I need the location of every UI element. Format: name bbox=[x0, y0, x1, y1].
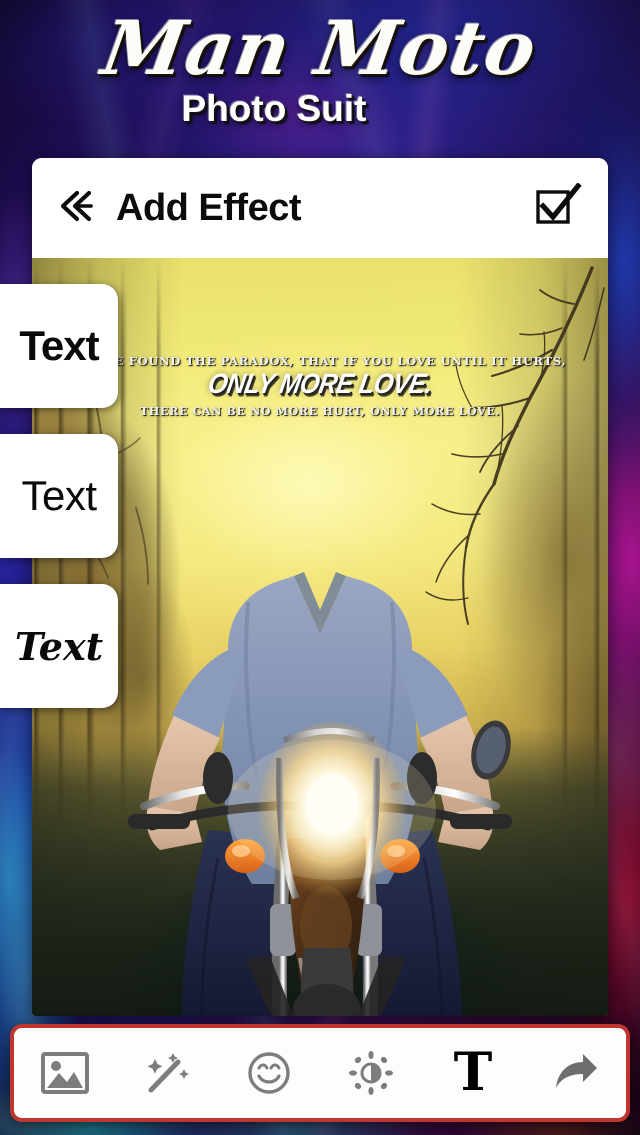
brightness-button[interactable] bbox=[328, 1033, 414, 1113]
editor-header: Add Effect bbox=[32, 158, 608, 258]
checkbox-checked-icon bbox=[534, 181, 582, 234]
share-button[interactable] bbox=[532, 1033, 618, 1113]
app-title: Man Moto bbox=[96, 6, 543, 92]
font-style-regular-button[interactable]: Text bbox=[0, 434, 118, 558]
font-style-rail: Text Text Text bbox=[0, 284, 118, 734]
bottom-toolbar: T bbox=[10, 1024, 630, 1122]
magic-wand-icon bbox=[142, 1050, 192, 1096]
font-chip-label-script: Text bbox=[14, 623, 104, 669]
app-root: Man Moto Photo Suit Add Effect I HAVE FO… bbox=[0, 0, 640, 1135]
smiley-icon bbox=[244, 1050, 294, 1096]
font-chip-label-bold: Text bbox=[19, 322, 99, 369]
brand-header: Man Moto Photo Suit bbox=[0, 0, 640, 152]
photo-canvas[interactable]: I HAVE FOUND THE PARADOX, THAT IF YOU LO… bbox=[32, 258, 608, 1016]
page-title: Add Effect bbox=[116, 186, 302, 229]
brightness-icon bbox=[346, 1050, 396, 1096]
app-subtitle: Photo Suit bbox=[181, 88, 367, 129]
font-style-bold-button[interactable]: Text bbox=[0, 284, 118, 408]
font-style-script-button[interactable]: Text bbox=[0, 584, 118, 708]
share-arrow-icon bbox=[550, 1050, 600, 1096]
text-T-icon: T bbox=[453, 1042, 493, 1103]
stickers-button[interactable] bbox=[226, 1033, 312, 1113]
back-button[interactable] bbox=[50, 181, 104, 235]
done-button[interactable] bbox=[532, 181, 584, 234]
editor-card: Add Effect I HAVE FOUND THE PARADOX, THA… bbox=[32, 158, 608, 1016]
gallery-button[interactable] bbox=[22, 1033, 108, 1113]
effects-button[interactable] bbox=[124, 1033, 210, 1113]
double-chevron-left-icon bbox=[57, 189, 97, 228]
font-chip-label-regular: Text bbox=[21, 472, 97, 519]
text-button[interactable]: T bbox=[430, 1033, 516, 1113]
image-icon bbox=[40, 1050, 90, 1096]
rider-motorcycle-graphic bbox=[32, 258, 608, 1016]
